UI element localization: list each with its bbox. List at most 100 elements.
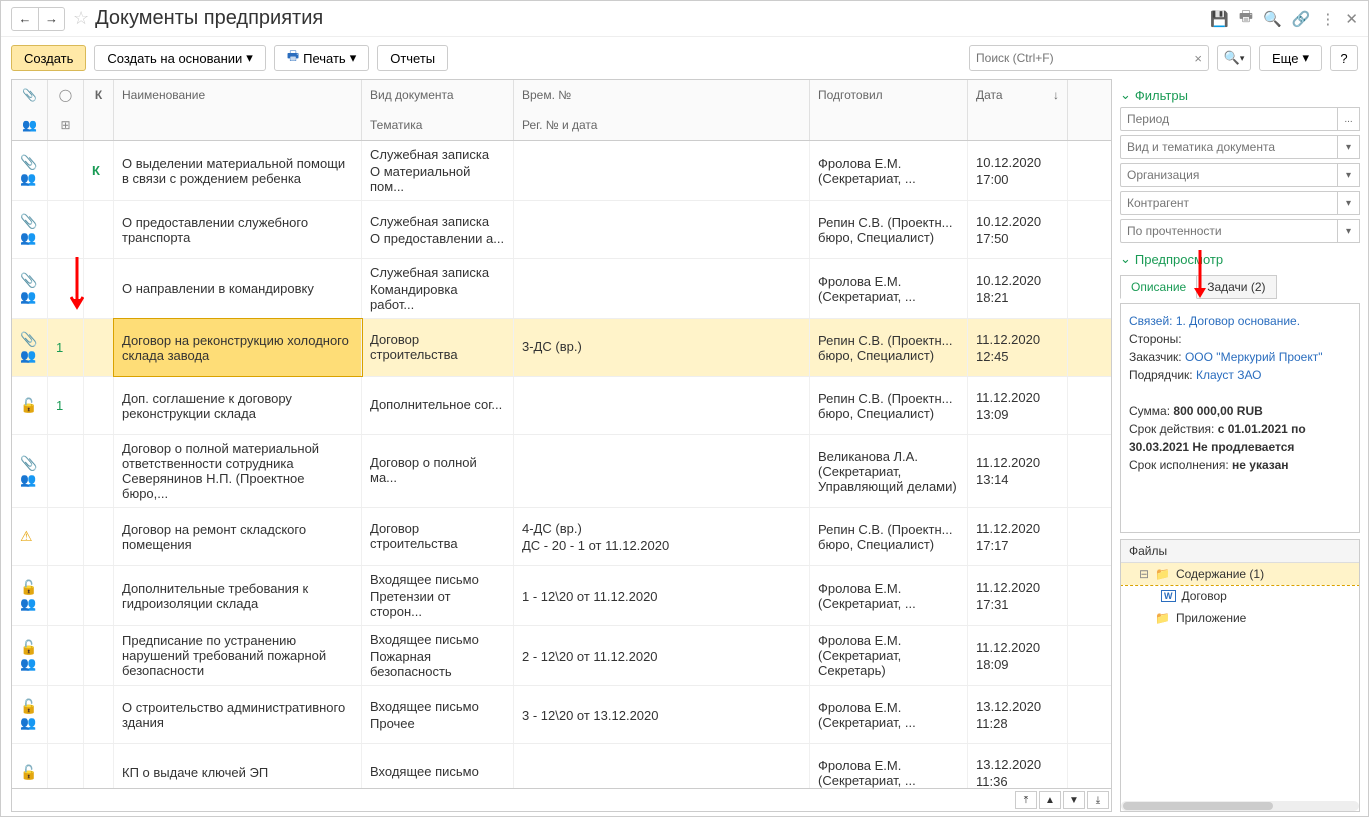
table-row[interactable]: 🔓КП о выдаче ключей ЭПВходящее письмоФро… [12,744,1111,788]
search-clear-icon[interactable]: × [1188,51,1208,66]
table-row[interactable]: 📎👥КО выделении материальной помощи в свя… [12,141,1111,201]
page-up-button[interactable]: ▲ [1039,791,1061,809]
warn-icon: ⚠ [20,528,39,545]
preview-contractor[interactable]: Клауст ЗАО [1196,368,1262,382]
group-icon: 👥 [20,715,39,731]
col-tree-icon[interactable]: ⊞ [48,110,84,140]
group-icon: 👥 [20,596,39,612]
kebab-icon[interactable]: ⋮ [1320,10,1335,28]
col-group-icon[interactable]: 👥 [12,110,48,140]
files-scrollbar[interactable] [1121,801,1359,811]
filter-org[interactable] [1120,163,1338,187]
preview-panel: Связей: 1. Договор основание. Стороны: З… [1120,303,1360,533]
lock-icon: 🔓 [20,397,39,414]
table-row[interactable]: 📎👥1Договор на реконструкцию холодного ск… [12,319,1111,377]
lock-icon: 🔓 [20,579,39,596]
table-row[interactable]: ⚠Договор на ремонт складского помещенияД… [12,508,1111,566]
page-down-button[interactable]: ▼ [1063,791,1085,809]
grid-header: 📎 ◯ К Наименование Вид документа Врем. №… [12,80,1111,141]
col-doctype[interactable]: Вид документа [362,80,514,110]
folder-icon: 📁 [1155,567,1170,581]
preview-links[interactable]: Связей: 1. Договор основание. [1129,314,1300,328]
col-attach-icon[interactable]: 📎 [12,80,48,110]
table-row[interactable]: 🔓👥О строительство административного здан… [12,686,1111,744]
clip-icon: 📎 [20,455,39,472]
table-row[interactable]: 📎👥О направлении в командировкуСлужебная … [12,259,1111,319]
col-k[interactable]: К [84,80,114,110]
lock-icon: 🔓 [20,698,39,715]
file-folder-content[interactable]: ⊟📁Содержание (1) [1121,563,1359,585]
col-regnum[interactable]: Рег. № и дата [514,110,810,140]
lock-icon: 🔓 [20,639,39,656]
word-doc-icon: W [1161,590,1176,602]
link-icon[interactable]: 🔗 [1292,10,1311,28]
titlebar: ← → ☆ Документы предприятия 💾 🖶 🔍 🔗 ⋮ ✕ [1,1,1368,37]
filter-period-btn[interactable]: ... [1338,107,1360,131]
reports-button[interactable]: Отчеты [377,45,448,71]
side-panel: ⌄Фильтры ... ▾ ▾ ▾ ▾ ⌄Предпросмотр Описа… [1116,79,1368,816]
clip-icon: 📎 [20,272,39,289]
filter-read[interactable] [1120,219,1338,243]
print-icon[interactable]: 🖶 [1239,6,1253,31]
documents-grid: 📎 ◯ К Наименование Вид документа Врем. №… [11,79,1112,812]
preview-toggle[interactable]: ⌄Предпросмотр [1120,247,1360,271]
filter-org-dd[interactable]: ▾ [1338,163,1360,187]
filter-contr[interactable] [1120,191,1338,215]
clip-icon: 📎 [20,154,39,171]
create-button[interactable]: Создать [11,45,86,71]
back-button[interactable]: ← [12,8,38,30]
files-panel: Файлы ⊟📁Содержание (1) WДоговор 📁Приложе… [1120,539,1360,812]
grid-body[interactable]: 📎👥КО выделении материальной помощи в свя… [12,141,1111,788]
file-folder-attach[interactable]: 📁Приложение [1121,607,1359,629]
files-header: Файлы [1121,540,1359,563]
table-row[interactable]: 🔓👥Предписание по устранению нарушений тр… [12,626,1111,686]
preview-tabs: Описание Задачи (2) [1120,275,1360,299]
filters-toggle[interactable]: ⌄Фильтры [1120,83,1360,107]
forward-button[interactable]: → [38,8,64,30]
col-tempnum[interactable]: Врем. № [514,80,810,110]
print-button[interactable]: 🖶 Печать ▾ [274,45,369,71]
col-name[interactable]: Наименование [114,80,362,110]
filter-kind-dd[interactable]: ▾ [1338,135,1360,159]
search-box[interactable]: × [969,45,1209,71]
table-row[interactable]: 📎👥О предоставлении служебного транспорта… [12,201,1111,259]
group-icon: 👥 [20,472,39,488]
page-last-button[interactable]: ⤓ [1087,791,1109,809]
lock-icon: 🔓 [20,764,39,781]
col-date[interactable]: Дата↓ [968,80,1068,110]
col-topic[interactable]: Тематика [362,110,514,140]
table-row[interactable]: 🔓1Доп. соглашение к договору реконструкц… [12,377,1111,435]
search-input[interactable] [970,51,1188,65]
clip-icon: 📎 [20,331,39,348]
close-icon[interactable]: ✕ [1345,10,1358,28]
filter-contr-dd[interactable]: ▾ [1338,191,1360,215]
nav-buttons: ← → [11,7,65,31]
col-author[interactable]: Подготовил [810,80,968,110]
file-contract[interactable]: WДоговор [1121,585,1359,607]
page-first-button[interactable]: ⤒ [1015,791,1037,809]
group-icon: 👥 [20,656,39,672]
table-row[interactable]: 🔓👥Дополнительные требования к гидроизоля… [12,566,1111,626]
col-status-icon[interactable]: ◯ [48,80,84,110]
group-icon: 👥 [20,348,39,364]
preview-icon[interactable]: 🔍 [1263,10,1282,28]
toolbar: Создать Создать на основании ▾ 🖶 Печать … [1,37,1368,79]
favorite-icon[interactable]: ☆ [73,8,89,29]
filter-read-dd[interactable]: ▾ [1338,219,1360,243]
tab-description[interactable]: Описание [1120,275,1197,299]
more-button[interactable]: Еще ▾ [1259,45,1322,71]
save-icon[interactable]: 💾 [1210,10,1229,28]
filter-period[interactable] [1120,107,1338,131]
group-icon: 👥 [20,171,39,187]
create-based-button[interactable]: Создать на основании ▾ [94,45,265,71]
group-icon: 👥 [20,230,39,246]
help-button[interactable]: ? [1330,45,1358,71]
preview-customer[interactable]: ООО "Меркурий Проект" [1185,350,1323,364]
page-title: Документы предприятия [95,7,1210,30]
grid-pager: ⤒ ▲ ▼ ⤓ [12,788,1111,811]
filter-kind[interactable] [1120,135,1338,159]
tab-tasks[interactable]: Задачи (2) [1197,275,1276,299]
search-dropdown-button[interactable]: 🔍 ▾ [1217,45,1251,71]
group-icon: 👥 [20,289,39,305]
table-row[interactable]: 📎👥Договор о полной материальной ответств… [12,435,1111,508]
